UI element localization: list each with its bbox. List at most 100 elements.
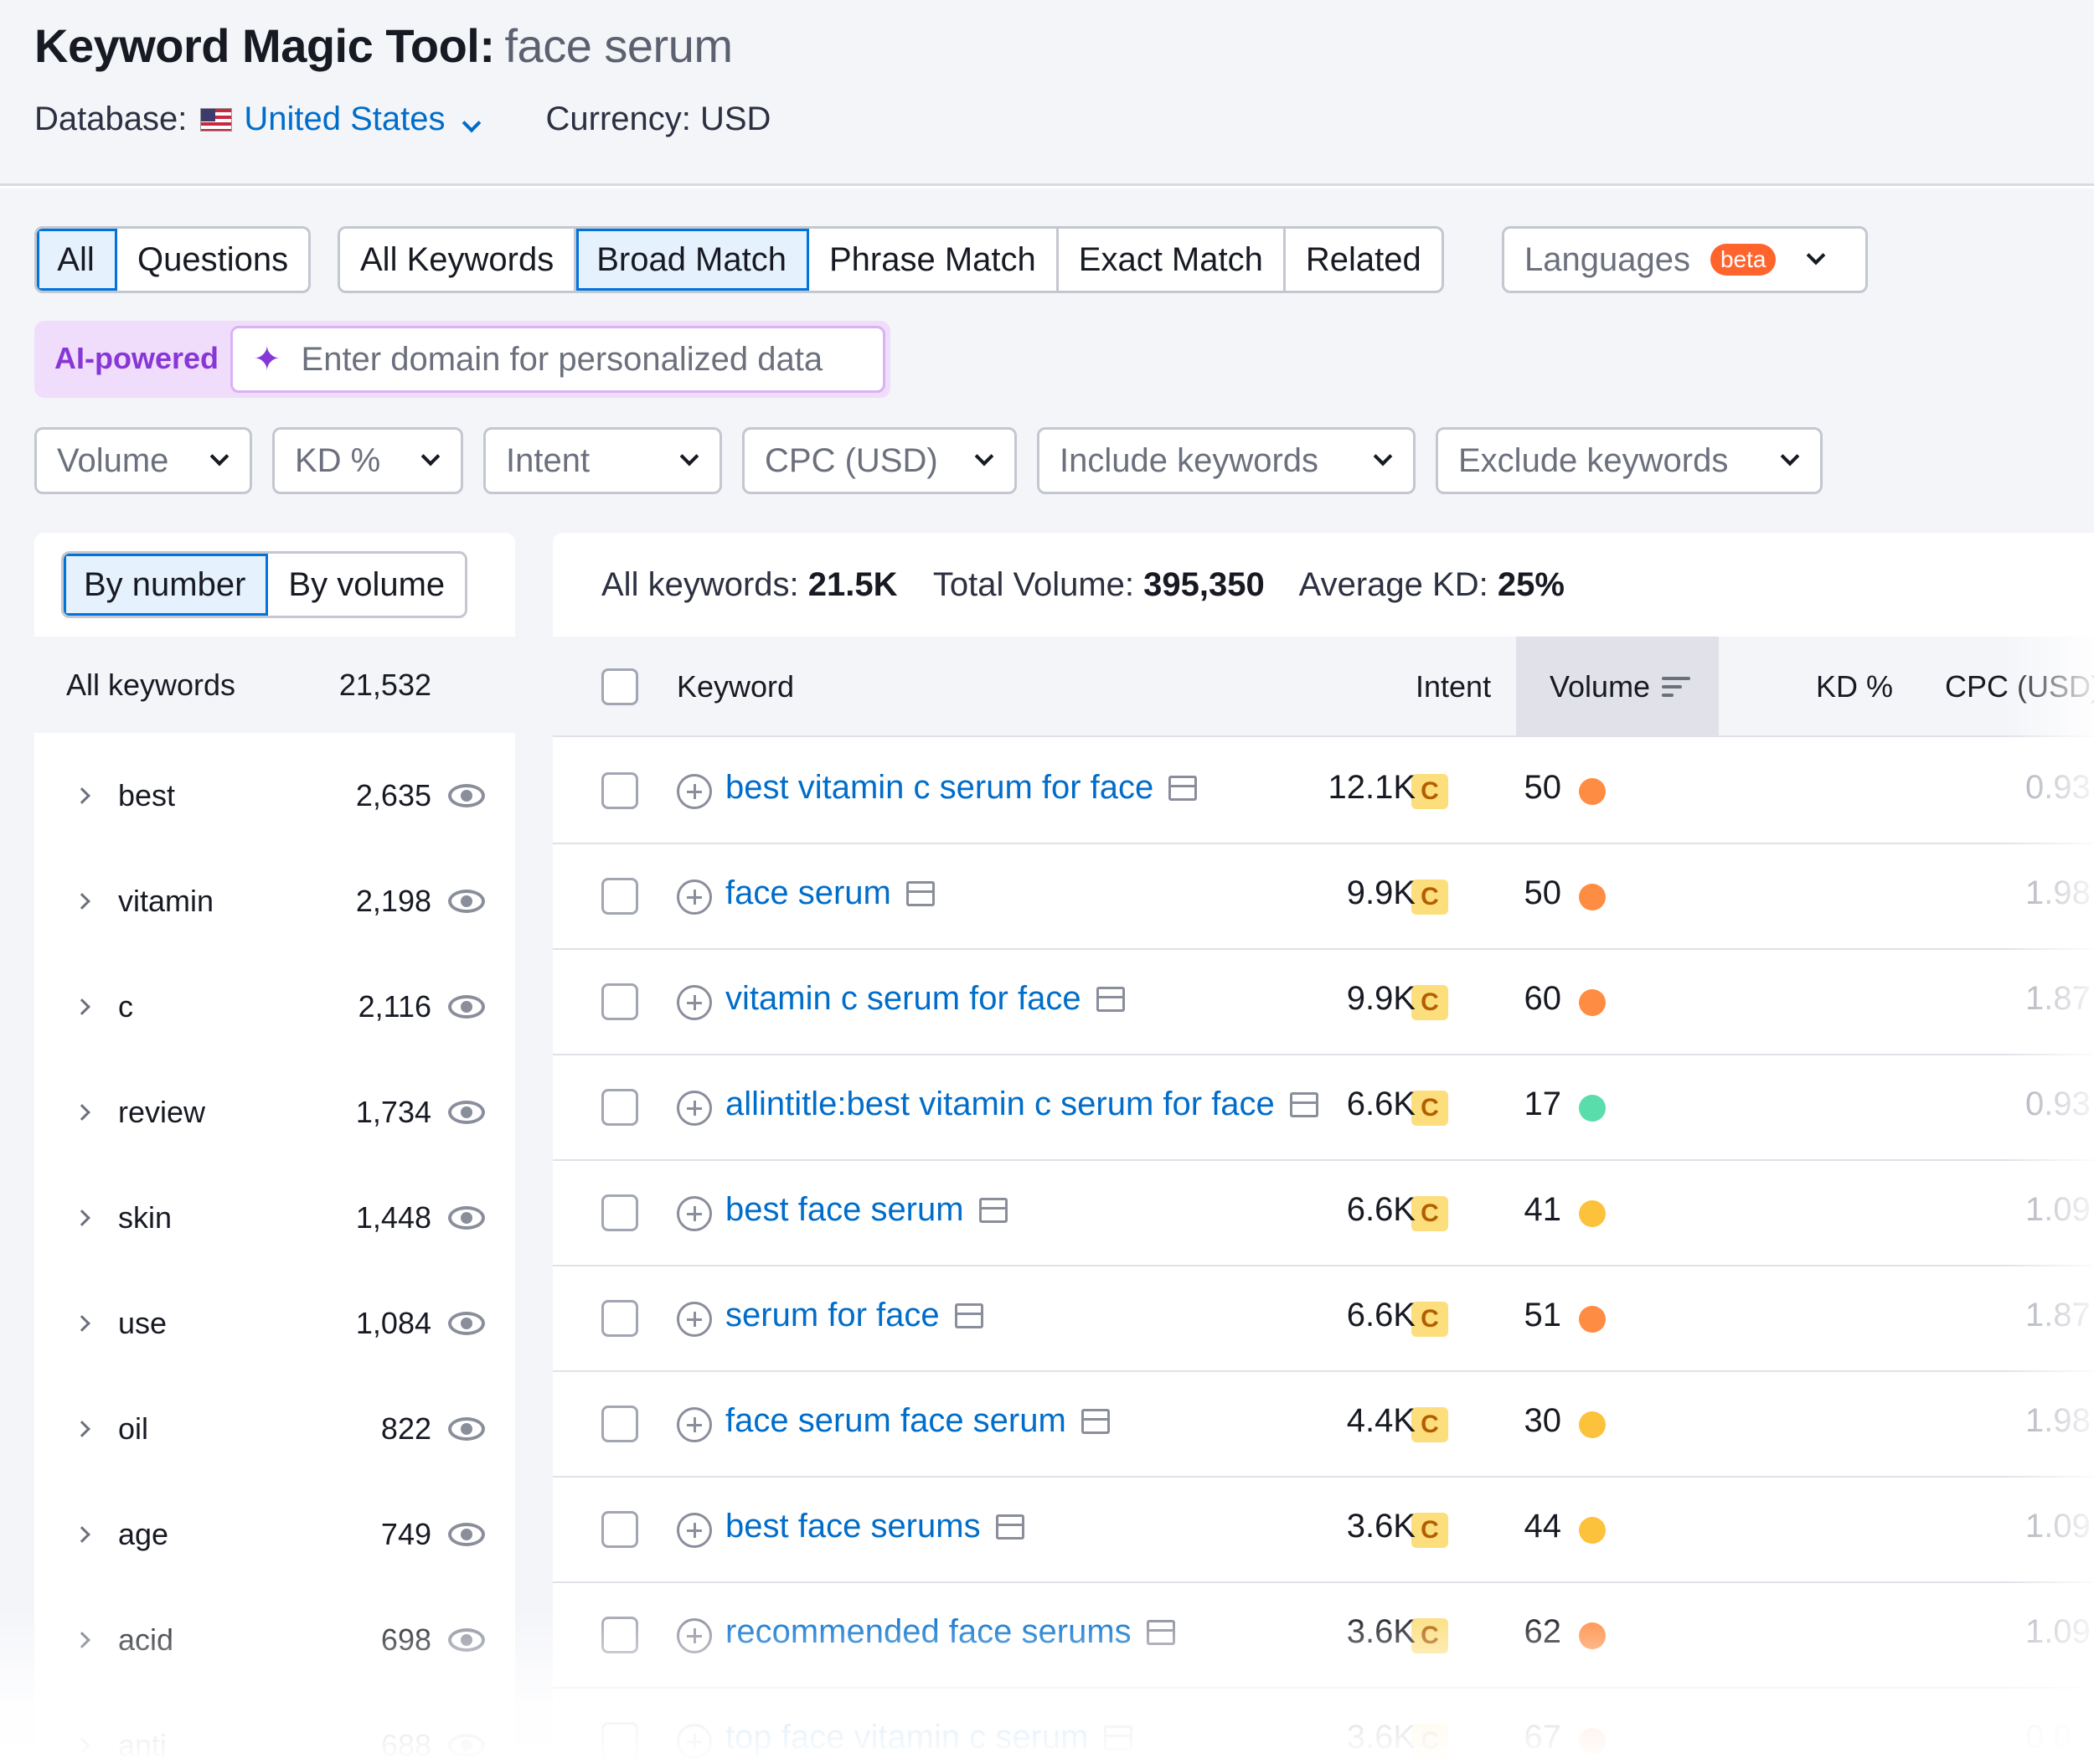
chevron-right-icon[interactable]	[74, 1421, 90, 1437]
row-checkbox[interactable]	[601, 983, 638, 1020]
column-cpc[interactable]: CPC (USD)	[1945, 637, 2094, 737]
keyword-group-row[interactable]: vitamin 2,198	[34, 848, 515, 954]
chevron-right-icon[interactable]	[74, 1104, 90, 1121]
add-to-list-icon[interactable]	[677, 1513, 712, 1548]
chevron-right-icon[interactable]	[74, 1737, 90, 1754]
all-keywords-group[interactable]: All keywords 21,532	[34, 637, 515, 733]
keyword-link[interactable]: best face serum	[725, 1191, 1008, 1229]
keyword-group-row[interactable]: oil 822	[34, 1376, 515, 1482]
serp-features-icon[interactable]	[1146, 1619, 1175, 1645]
row-checkbox[interactable]	[601, 772, 638, 809]
domain-input[interactable]: ✦ Enter domain for personalized data	[230, 326, 885, 393]
tab-all-keywords[interactable]: All Keywords	[340, 229, 577, 291]
add-to-list-icon[interactable]	[677, 985, 712, 1020]
row-checkbox[interactable]	[601, 1089, 638, 1126]
keyword-text: allintitle:best vitamin c serum for face	[725, 1086, 1275, 1122]
column-intent[interactable]: Intent	[1416, 637, 1491, 737]
keyword-link[interactable]: top face vitamin c serum	[725, 1719, 1132, 1756]
row-checkbox[interactable]	[601, 1511, 638, 1548]
keyword-link[interactable]: allintitle:best vitamin c serum for face	[725, 1086, 1318, 1123]
serp-features-icon[interactable]	[995, 1514, 1024, 1540]
chevron-right-icon[interactable]	[74, 1526, 90, 1543]
row-checkbox[interactable]	[601, 1722, 638, 1759]
tab-questions[interactable]: Questions	[117, 229, 308, 291]
tab-exact-match[interactable]: Exact Match	[1059, 229, 1286, 291]
serp-features-icon[interactable]	[1289, 1091, 1318, 1117]
row-checkbox[interactable]	[601, 1194, 638, 1231]
filter-kd[interactable]: KD %	[272, 427, 463, 494]
serp-features-icon[interactable]	[978, 1197, 1008, 1223]
column-volume[interactable]: Volume	[1516, 637, 1719, 737]
chevron-right-icon[interactable]	[74, 1210, 90, 1226]
keyword-group-row[interactable]: c 2,116	[34, 954, 515, 1060]
add-to-list-icon[interactable]	[677, 879, 712, 915]
add-to-list-icon[interactable]	[677, 774, 712, 809]
keyword-link[interactable]: best face serums	[725, 1508, 1024, 1545]
eye-icon[interactable]	[448, 784, 485, 807]
keyword-link[interactable]: serum for face	[725, 1297, 983, 1334]
keyword-link[interactable]: face serum face serum	[725, 1402, 1110, 1440]
serp-features-icon[interactable]	[1081, 1408, 1110, 1434]
column-kd[interactable]: KD %	[1816, 637, 1893, 737]
languages-dropdown[interactable]: Languages beta	[1502, 226, 1868, 293]
keyword-text: face serum	[725, 874, 891, 911]
by-volume-button[interactable]: By volume	[268, 554, 465, 616]
eye-icon[interactable]	[448, 995, 485, 1019]
eye-icon[interactable]	[448, 1206, 485, 1230]
kd-difficulty-dot	[1579, 1411, 1606, 1438]
keyword-group-row[interactable]: review 1,734	[34, 1060, 515, 1165]
filter-cpc[interactable]: CPC (USD)	[742, 427, 1017, 494]
tab-broad-match[interactable]: Broad Match	[576, 229, 809, 291]
row-checkbox[interactable]	[601, 1406, 638, 1442]
keyword-group-row[interactable]: skin 1,448	[34, 1165, 515, 1271]
row-checkbox[interactable]	[601, 1300, 638, 1337]
row-checkbox[interactable]	[601, 1617, 638, 1653]
chevron-right-icon[interactable]	[74, 893, 90, 910]
add-to-list-icon[interactable]	[677, 1618, 712, 1653]
row-checkbox[interactable]	[601, 878, 638, 915]
serp-features-icon[interactable]	[1103, 1725, 1132, 1751]
group-label: vitamin	[118, 884, 214, 918]
filter-exclude-keywords[interactable]: Exclude keywords	[1436, 427, 1823, 494]
keyword-group-row[interactable]: anti 688	[34, 1693, 515, 1764]
serp-features-icon[interactable]	[905, 880, 935, 906]
tab-all[interactable]: All	[37, 229, 117, 291]
eye-icon[interactable]	[448, 1523, 485, 1546]
keyword-link[interactable]: best vitamin c serum for face	[725, 769, 1198, 807]
select-all-checkbox[interactable]	[601, 668, 638, 705]
chevron-right-icon[interactable]	[74, 998, 90, 1015]
keyword-group-row[interactable]: use 1,084	[34, 1271, 515, 1376]
column-keyword[interactable]: Keyword	[677, 637, 794, 737]
filter-volume[interactable]: Volume	[34, 427, 252, 494]
tab-phrase-match[interactable]: Phrase Match	[809, 229, 1059, 291]
eye-icon[interactable]	[448, 1101, 485, 1124]
serp-features-icon[interactable]	[1168, 775, 1198, 801]
eye-icon[interactable]	[448, 890, 485, 913]
eye-icon[interactable]	[448, 1628, 485, 1652]
tab-related[interactable]: Related	[1286, 229, 1442, 291]
add-to-list-icon[interactable]	[677, 1091, 712, 1126]
serp-features-icon[interactable]	[1096, 986, 1125, 1012]
eye-icon[interactable]	[448, 1734, 485, 1757]
keyword-group-row[interactable]: age 749	[34, 1482, 515, 1587]
by-number-button[interactable]: By number	[64, 554, 269, 616]
add-to-list-icon[interactable]	[677, 1196, 712, 1231]
add-to-list-icon[interactable]	[677, 1407, 712, 1442]
filter-include-keywords[interactable]: Include keywords	[1037, 427, 1416, 494]
filter-intent[interactable]: Intent	[483, 427, 722, 494]
add-to-list-icon[interactable]	[677, 1724, 712, 1759]
chevron-right-icon[interactable]	[74, 1632, 90, 1648]
ai-powered-bar: AI-powered ✦ Enter domain for personaliz…	[34, 321, 890, 398]
eye-icon[interactable]	[448, 1312, 485, 1335]
add-to-list-icon[interactable]	[677, 1302, 712, 1337]
chevron-right-icon[interactable]	[74, 787, 90, 804]
keyword-link[interactable]: recommended face serums	[725, 1613, 1175, 1651]
keyword-link[interactable]: vitamin c serum for face	[725, 980, 1125, 1018]
database-selector[interactable]: United States	[244, 101, 482, 138]
keyword-group-row[interactable]: best 2,635	[34, 743, 515, 848]
serp-features-icon[interactable]	[954, 1302, 983, 1328]
keyword-group-row[interactable]: acid 698	[34, 1587, 515, 1693]
chevron-right-icon[interactable]	[74, 1315, 90, 1332]
keyword-link[interactable]: face serum	[725, 874, 935, 912]
eye-icon[interactable]	[448, 1417, 485, 1441]
